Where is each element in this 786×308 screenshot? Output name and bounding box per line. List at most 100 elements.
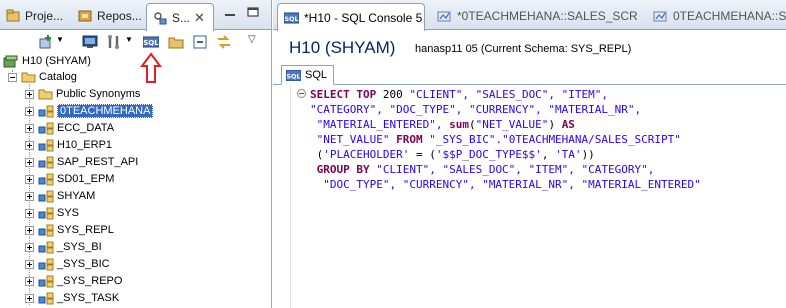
tab-sql[interactable]: SQL SQL	[281, 65, 335, 85]
tree-node-schema[interactable]: _SYS_BIC	[25, 256, 110, 272]
tab-label: *0TEACHMEHANA::SALES_SCRIP...	[457, 9, 637, 23]
tree-label: _SYS_REPO	[57, 275, 123, 287]
schema-icon	[38, 139, 54, 151]
sql-identifiers: "DOC_TYPE", "CURRENCY", "MATERIAL_NR", "…	[323, 178, 701, 191]
monitor-icon[interactable]	[82, 34, 98, 50]
expand-toggle-icon[interactable]	[25, 191, 34, 201]
editor-gutter	[273, 86, 291, 308]
sql-string: 'PLACEHOLDER'	[323, 148, 410, 161]
close-icon[interactable]: ✕	[194, 10, 205, 26]
sql-console-pane: SQL *H10 - SQL Console 5 ✕ *0TEACHMEHANA…	[273, 0, 786, 308]
tree-node-schema[interactable]: ECC_DATA	[25, 120, 114, 136]
tree-node-schema[interactable]: SD01_EPM	[25, 171, 114, 187]
schema-icon	[38, 173, 54, 185]
sql-function: sum	[449, 118, 469, 131]
view-menu-icon[interactable]: ▽	[248, 34, 256, 45]
add-system-icon[interactable]	[38, 34, 54, 50]
expand-toggle-icon[interactable]	[25, 242, 34, 252]
sql-keyword: AS	[561, 118, 575, 131]
tab-label: S...	[172, 10, 191, 25]
tab-systems[interactable]: S... ✕	[146, 3, 214, 31]
tree-node-catalog[interactable]: Catalog	[8, 69, 77, 85]
systems-view-pane: Proje... Repos... S... ✕ ▼ ▼ SQL ▽ H10 (…	[0, 0, 272, 308]
tab-calculation-view-2[interactable]: 0TEACHMEHANA::SAL	[647, 3, 786, 29]
expand-toggle-icon[interactable]	[25, 89, 34, 99]
tools-icon[interactable]	[106, 34, 122, 50]
fold-toggle-icon[interactable]	[297, 89, 306, 98]
console-subtab-bar: SQL SQL	[273, 65, 786, 85]
tree-node-schema[interactable]: _SYS_REPO	[25, 273, 122, 289]
sql-paren: ))	[581, 148, 595, 161]
tree-node-schema[interactable]: SAP_REST_API	[25, 154, 138, 170]
tree-node-schema[interactable]: _SYS_BI	[25, 239, 102, 255]
sql-number: 200	[382, 88, 403, 101]
editor-tab-bar: SQL *H10 - SQL Console 5 ✕ *0TEACHMEHANA…	[273, 0, 786, 31]
tree-label: 0TEACHMEHANA	[57, 104, 154, 118]
sql-operator: ,	[541, 148, 556, 161]
schema-icon	[38, 292, 54, 304]
expand-toggle-icon[interactable]	[25, 225, 34, 235]
open-folder-icon[interactable]	[168, 34, 184, 50]
maximize-icon[interactable]	[246, 6, 260, 18]
expand-toggle-icon[interactable]	[25, 293, 34, 303]
sql-identifiers: "NET_VALUE"	[316, 133, 397, 146]
sql-editor[interactable]: SELECT TOP 200 "CLIENT", "SALES_DOC", "I…	[273, 86, 786, 308]
project-icon	[6, 9, 20, 22]
tree-label: SYS_REPL	[57, 224, 114, 236]
expand-toggle-icon[interactable]	[25, 174, 34, 184]
sql-keyword: FROM	[396, 133, 423, 146]
tab-project-explorer[interactable]: Proje...	[0, 3, 68, 29]
systems-toolbar: ▼ ▼ SQL ▽	[0, 31, 271, 53]
sql-keyword: SELECT TOP	[310, 88, 383, 101]
expand-toggle-icon[interactable]	[25, 276, 34, 286]
schema-icon	[38, 275, 54, 287]
tree-node-folder[interactable]: Public Synonyms	[25, 86, 140, 102]
expand-toggle-icon[interactable]	[25, 208, 34, 218]
tree-node-schema[interactable]: SHYAM	[25, 188, 95, 204]
tree-node-schema[interactable]: H10_ERP1	[25, 137, 112, 153]
tree-node-schema[interactable]: 0TEACHMEHANA	[25, 103, 154, 119]
expand-toggle-icon[interactable]	[25, 157, 34, 167]
collapse-all-icon[interactable]	[192, 34, 208, 50]
calculation-view-icon	[437, 11, 451, 22]
tree-label: SD01_EPM	[57, 173, 115, 185]
collapse-toggle-icon[interactable]	[8, 72, 17, 82]
svg-text:SQL: SQL	[143, 39, 159, 47]
system-icon	[3, 55, 18, 67]
expand-toggle-icon[interactable]	[25, 106, 34, 116]
chevron-down-icon[interactable]: ▼	[125, 35, 133, 44]
sql-console-icon[interactable]: SQL	[143, 34, 159, 50]
tree-label: SYS	[57, 207, 80, 219]
tree-node-schema[interactable]: _SYS_TASK	[25, 290, 119, 306]
tab-label: Proje...	[25, 9, 64, 23]
tab-repositories[interactable]: Repos...	[72, 3, 144, 29]
tree-label: H10 (SHYAM)	[22, 55, 91, 67]
window: Proje... Repos... S... ✕ ▼ ▼ SQL ▽ H10 (…	[0, 0, 786, 308]
connection-info: hanasp11 05 (Current Schema: SYS_REPL)	[415, 43, 632, 55]
tree-label: ECC_DATA	[57, 122, 115, 134]
tree-node-schema[interactable]: SYS_REPL	[25, 222, 114, 238]
calculation-view-icon	[653, 11, 667, 22]
sql-identifiers: "CLIENT", "SALES_DOC", "ITEM", "CATEGORY…	[369, 163, 655, 176]
sql-icon: SQL	[284, 12, 299, 23]
tree-label: Public Synonyms	[56, 88, 141, 100]
expand-toggle-icon[interactable]	[25, 140, 34, 150]
open-folder-icon	[21, 72, 36, 83]
repository-icon	[78, 10, 92, 22]
tab-calculation-view[interactable]: *0TEACHMEHANA::SALES_SCRIP...	[431, 3, 637, 29]
sql-string: '$$P_DOC_TYPE$$'	[435, 148, 542, 161]
sql-code[interactable]: SELECT TOP 200 "CLIENT", "SALES_DOC", "I…	[310, 87, 701, 192]
tree-node-system[interactable]: H10 (SHYAM)	[3, 53, 91, 69]
minimize-icon[interactable]	[223, 6, 237, 18]
sql-operator: = (	[409, 148, 436, 161]
sql-keyword: GROUP BY	[316, 163, 370, 176]
schema-icon	[38, 156, 54, 168]
expand-toggle-icon[interactable]	[25, 259, 34, 269]
sql-identifiers: "CATEGORY", "DOC_TYPE", "CURRENCY", "MAT…	[310, 103, 642, 116]
expand-toggle-icon[interactable]	[25, 123, 34, 133]
tab-label: Repos...	[97, 9, 142, 23]
chevron-down-icon[interactable]: ▼	[56, 35, 64, 44]
tab-sql-console[interactable]: SQL *H10 - SQL Console 5 ✕	[277, 3, 425, 31]
link-with-editor-icon[interactable]	[216, 34, 232, 50]
tree-node-schema[interactable]: SYS	[25, 205, 79, 221]
